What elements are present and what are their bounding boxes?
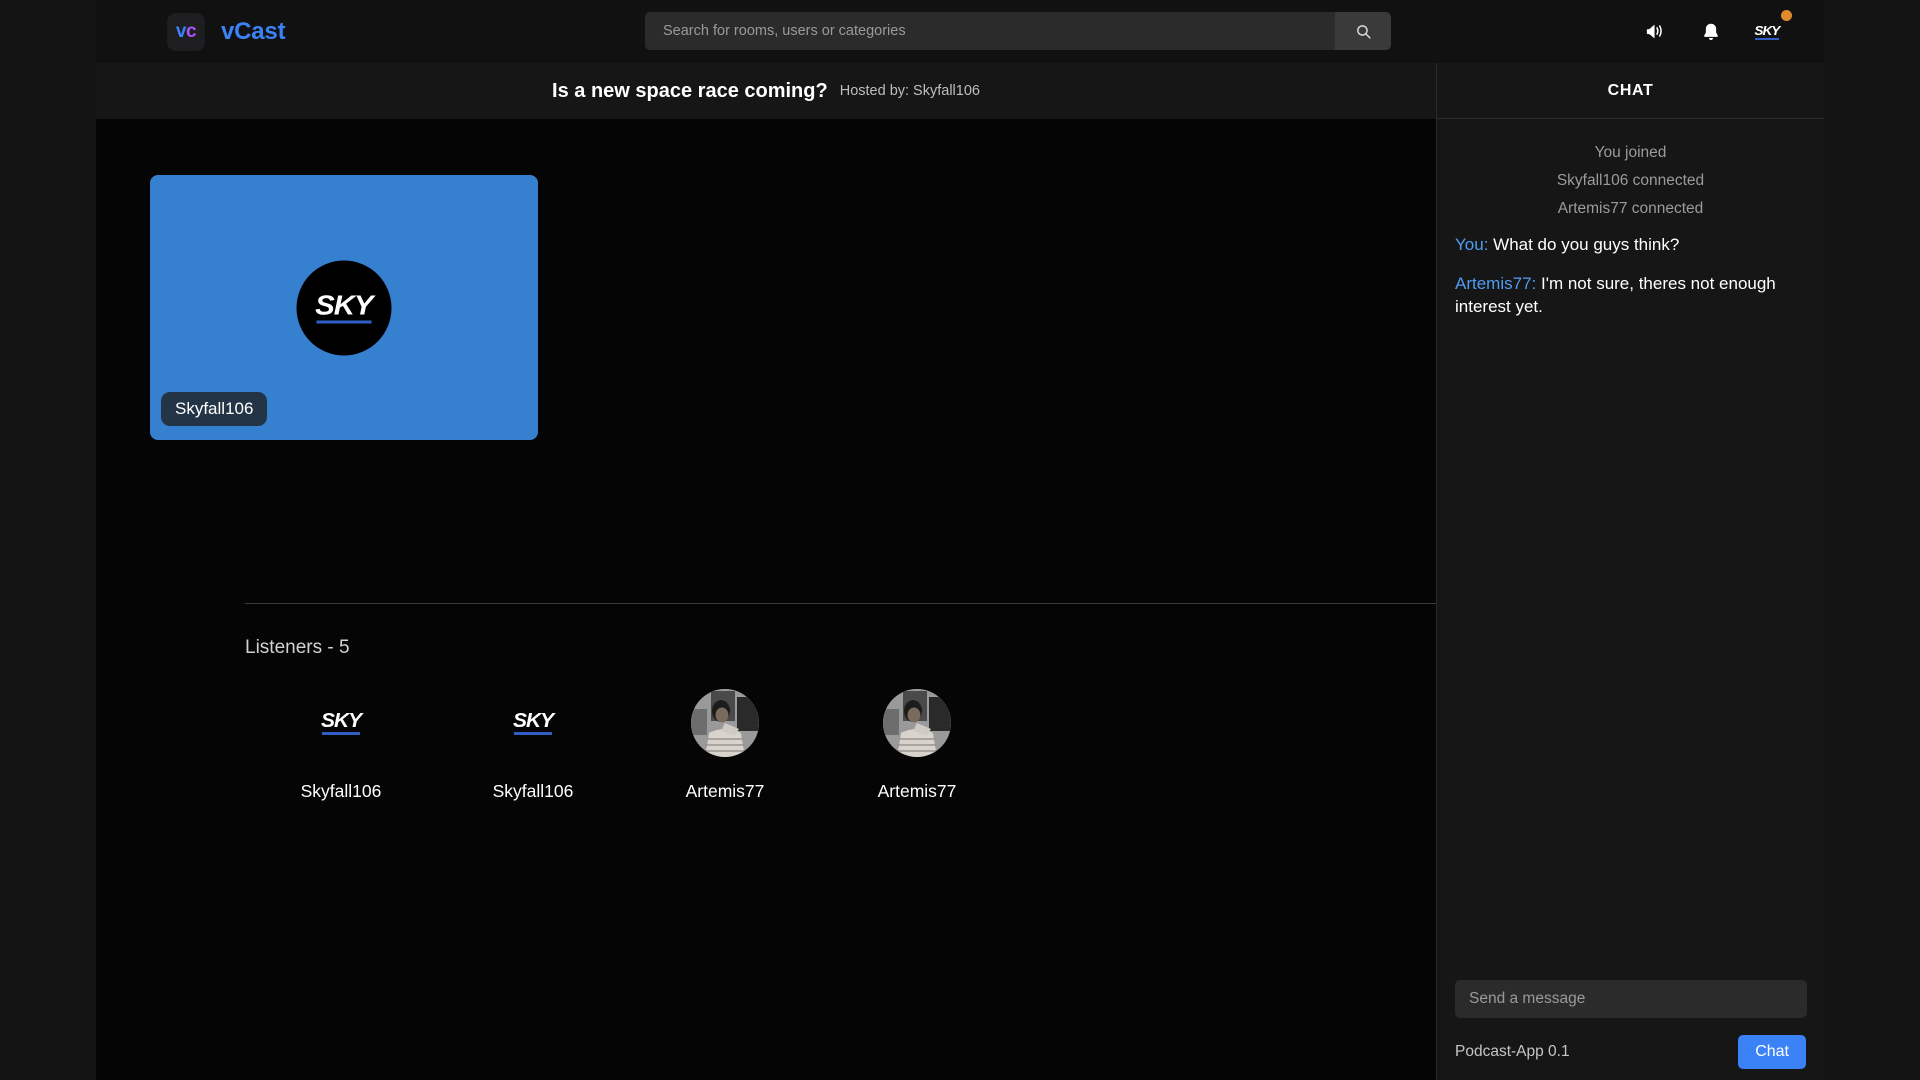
brand-badge-c: c <box>186 20 197 42</box>
speaker-name-badge: Skyfall106 <box>161 392 268 426</box>
chat-message: Artemis77: I'm not sure, theres not enou… <box>1455 273 1806 319</box>
room-title-bar: Is a new space race coming? Hosted by: S… <box>96 63 1436 119</box>
megaphone-glyph <box>1646 24 1662 39</box>
chat-input[interactable] <box>1455 980 1807 1018</box>
chat-message: You: What do you guys think? <box>1455 234 1806 257</box>
search-bar <box>645 12 1391 50</box>
listener-avatar: SKY <box>307 689 375 757</box>
navbar-actions: SKY <box>1638 0 1824 63</box>
bell-icon[interactable] <box>1694 15 1728 49</box>
listener-item[interactable]: Artemis77 <box>629 689 821 802</box>
chat-send-button[interactable]: Chat <box>1738 1035 1806 1069</box>
status-dot <box>1781 10 1792 21</box>
section-divider <box>245 603 1448 604</box>
chat-system-message: You joined <box>1594 144 1667 161</box>
room-host-label: Hosted by: Skyfall106 <box>839 83 980 99</box>
listener-item[interactable]: Artemis77 <box>821 689 1013 802</box>
chat-footer: Podcast-App 0.1 Chat <box>1437 1024 1824 1080</box>
listener-item[interactable]: SKY Skyfall106 <box>245 689 437 802</box>
listener-name: Skyfall106 <box>300 781 382 801</box>
chat-message-author: Artemis77: <box>1455 273 1537 293</box>
user-avatar-sky[interactable]: SKY <box>1750 20 1784 44</box>
brand-name: vCast <box>221 17 286 45</box>
listener-name: Artemis77 <box>877 781 957 801</box>
chat-panel: CHAT You joined Skyfall106 connected Art… <box>1436 63 1824 1080</box>
chat-system-message: Artemis77 connected <box>1557 200 1704 217</box>
listeners-grid: SKY Skyfall106 SKY Skyfall106 Artemis77 … <box>245 689 1013 802</box>
stage-area: SKY Skyfall106 Listeners - 5 SKY Skyfall… <box>96 119 1448 1080</box>
megaphone-icon[interactable] <box>1638 15 1672 49</box>
listeners-heading: Listeners - 5 <box>245 637 350 658</box>
room-title: Is a new space race coming? <box>552 79 828 102</box>
app-root: vc vCast Search for rooms, users or cate… <box>96 0 1824 1080</box>
chat-header: CHAT <box>1437 63 1824 119</box>
chat-message-list: You joined Skyfall106 connected Artemis7… <box>1437 120 1824 1013</box>
speaker-tile[interactable]: SKY Skyfall106 <box>150 175 538 440</box>
brand-badge-v: v <box>175 20 187 42</box>
chat-message-text: What do you guys think? <box>1493 235 1680 254</box>
sky-logo-icon: SKY <box>513 711 554 735</box>
search-button[interactable] <box>1335 12 1391 50</box>
sky-logo-icon: SKY <box>1754 22 1780 40</box>
search-input[interactable] <box>645 12 1335 50</box>
brand-logo[interactable]: vc vCast <box>167 12 286 51</box>
person-photo-icon <box>883 689 951 757</box>
sky-logo-icon: SKY <box>321 711 362 735</box>
chat-system-message: Skyfall106 connected <box>1556 172 1705 189</box>
sky-logo-icon: SKY <box>315 291 374 324</box>
listener-item[interactable]: SKY Skyfall106 <box>437 689 629 802</box>
chat-message-author: You: <box>1455 235 1489 254</box>
listener-name: Artemis77 <box>685 781 765 801</box>
speaker-avatar: SKY <box>296 260 392 355</box>
bell-glyph <box>1704 23 1718 40</box>
listener-avatar: SKY <box>499 689 567 757</box>
listener-avatar <box>691 689 759 757</box>
person-photo-icon <box>691 689 759 757</box>
listener-name: Skyfall106 <box>492 781 574 801</box>
chat-header-title: CHAT <box>1607 81 1654 99</box>
app-version-label: Podcast-App 0.1 <box>1455 1043 1570 1060</box>
top-navbar: vc vCast Search for rooms, users or cate… <box>96 0 1824 63</box>
listener-avatar <box>883 689 951 757</box>
search-icon <box>1356 24 1371 39</box>
brand-badge-icon: vc <box>167 12 205 51</box>
